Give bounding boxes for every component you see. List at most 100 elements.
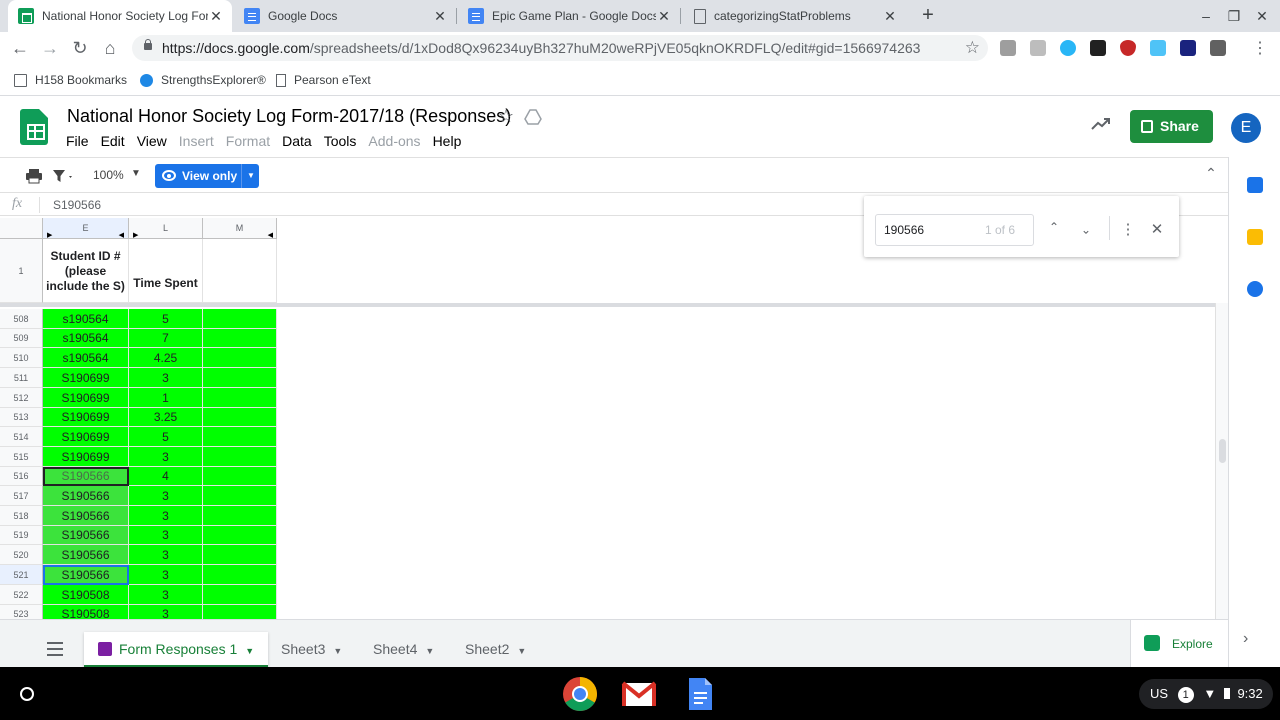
close-icon[interactable]: ✕ bbox=[432, 8, 448, 25]
time-spent-cell[interactable]: 3 bbox=[129, 565, 203, 585]
share-button[interactable]: Share bbox=[1130, 110, 1213, 143]
browser-tab-nhs-log-form[interactable]: National Honor Society Log Form ✕ bbox=[8, 0, 232, 32]
chevron-down-icon[interactable]: ▼ bbox=[245, 646, 254, 656]
reload-icon[interactable]: ↻ bbox=[70, 38, 90, 58]
time-spent-cell[interactable]: 3 bbox=[129, 447, 203, 467]
empty-cell[interactable] bbox=[203, 605, 277, 619]
star-icon[interactable]: ☆ bbox=[498, 106, 514, 127]
row-header[interactable]: 519 bbox=[0, 526, 43, 545]
chevron-right-icon[interactable]: › bbox=[1243, 630, 1248, 648]
browser-tab-categorizing-stat-problems[interactable]: categorizingStatProblems ✕ bbox=[684, 0, 906, 32]
row-header[interactable]: 511 bbox=[0, 368, 43, 388]
all-sheets-icon[interactable] bbox=[47, 642, 63, 656]
student-id-cell[interactable]: s190564 bbox=[43, 309, 129, 329]
print-icon[interactable] bbox=[25, 167, 43, 185]
empty-cell[interactable] bbox=[203, 565, 277, 585]
time-spent-cell[interactable]: 5 bbox=[129, 427, 203, 447]
chevron-down-icon[interactable]: ▼ bbox=[247, 164, 255, 188]
time-spent-cell[interactable]: 4 bbox=[129, 467, 203, 486]
menu-help[interactable]: Help bbox=[427, 133, 468, 153]
empty-cell[interactable] bbox=[203, 388, 277, 408]
row-header[interactable]: 522 bbox=[0, 585, 43, 605]
student-id-cell[interactable]: S190699 bbox=[43, 427, 129, 447]
student-id-cell[interactable]: S190566 bbox=[43, 467, 129, 486]
keep-icon[interactable] bbox=[1247, 229, 1263, 245]
formula-content[interactable]: S190566 bbox=[53, 198, 101, 212]
forward-icon[interactable]: → bbox=[40, 38, 60, 58]
menu-insert[interactable]: Insert bbox=[173, 133, 220, 153]
bookmark-strengths-explorer[interactable]: StrengthsExplorer® bbox=[140, 71, 266, 89]
student-id-cell[interactable]: s190564 bbox=[43, 348, 129, 368]
explore-button[interactable]: Explore bbox=[1130, 619, 1228, 667]
select-all-corner[interactable] bbox=[0, 218, 43, 239]
student-id-cell[interactable]: S190566 bbox=[43, 486, 129, 506]
time-spent-cell[interactable]: 3.25 bbox=[129, 408, 203, 427]
vertical-scrollbar[interactable] bbox=[1215, 303, 1228, 619]
empty-cell[interactable] bbox=[203, 545, 277, 565]
time-spent-cell[interactable]: 3 bbox=[129, 605, 203, 619]
extension-r-icon[interactable] bbox=[1210, 40, 1226, 56]
next-match-icon[interactable]: ⌃ bbox=[1078, 220, 1094, 236]
address-bar[interactable]: https://docs.google.com/spreadsheets/d/1… bbox=[132, 35, 988, 61]
collapse-menus-icon[interactable]: ⌃ bbox=[1202, 165, 1220, 183]
menu-add-ons[interactable]: Add-ons bbox=[362, 133, 426, 153]
student-id-cell[interactable]: s190564 bbox=[43, 329, 129, 348]
bookmark-pearson-etext[interactable]: Pearson eText bbox=[276, 71, 371, 89]
student-id-cell[interactable]: S190508 bbox=[43, 585, 129, 605]
row-header[interactable]: 515 bbox=[0, 447, 43, 467]
activity-trend-icon[interactable] bbox=[1090, 115, 1112, 133]
calendar-icon[interactable] bbox=[1247, 177, 1263, 193]
chrome-menu-icon[interactable]: ⋮ bbox=[1252, 38, 1268, 58]
bookmark-h158[interactable]: H158 Bookmarks bbox=[14, 71, 127, 89]
student-id-cell[interactable]: S190566 bbox=[43, 526, 129, 545]
student-id-cell[interactable]: S190566 bbox=[43, 506, 129, 526]
zoom-select[interactable]: 100% bbox=[93, 168, 124, 182]
student-id-cell[interactable]: S190566 bbox=[43, 545, 129, 565]
window-close-icon[interactable]: ✕ bbox=[1252, 6, 1272, 26]
student-id-cell[interactable]: S190699 bbox=[43, 388, 129, 408]
status-tray[interactable]: US 1 ▼ 9:32 bbox=[1139, 679, 1273, 709]
tasks-icon[interactable] bbox=[1247, 281, 1263, 297]
row-header[interactable]: 514 bbox=[0, 427, 43, 447]
menu-data[interactable]: Data bbox=[276, 133, 318, 153]
chevron-down-icon[interactable]: ▼ bbox=[131, 168, 141, 179]
extension-circle-icon[interactable] bbox=[1060, 40, 1076, 56]
row-header[interactable]: 510 bbox=[0, 348, 43, 368]
row-header[interactable]: 518 bbox=[0, 506, 43, 526]
docs-icon[interactable] bbox=[682, 676, 718, 712]
header-cell-student-id[interactable]: Student ID # (please include the S) bbox=[43, 239, 129, 303]
row-header[interactable]: 521 bbox=[0, 565, 43, 585]
close-icon[interactable]: ✕ bbox=[882, 8, 898, 25]
student-id-cell[interactable]: S190699 bbox=[43, 447, 129, 467]
row-header[interactable]: 523 bbox=[0, 605, 43, 619]
column-header-l[interactable]: ▶ L bbox=[129, 218, 203, 239]
menu-edit[interactable]: Edit bbox=[95, 133, 131, 153]
minimize-icon[interactable]: – bbox=[1196, 6, 1216, 26]
filter-icon[interactable] bbox=[52, 167, 74, 185]
chevron-down-icon[interactable]: ▼ bbox=[333, 646, 342, 656]
bookmark-star-icon[interactable]: ☆ bbox=[965, 35, 980, 61]
menu-tools[interactable]: Tools bbox=[318, 133, 363, 153]
time-spent-cell[interactable]: 3 bbox=[129, 526, 203, 545]
restore-icon[interactable]: ❐ bbox=[1224, 6, 1244, 26]
gmail-icon[interactable] bbox=[621, 676, 657, 712]
back-icon[interactable]: ← bbox=[10, 38, 30, 58]
row-header[interactable]: 516 bbox=[0, 467, 43, 486]
extension-icon[interactable] bbox=[1000, 40, 1016, 56]
menu-file[interactable]: File bbox=[60, 133, 95, 153]
drive-status-icon[interactable] bbox=[524, 109, 542, 125]
browser-tab-epic-game-plan[interactable]: Epic Game Plan - Google Docs ✕ bbox=[458, 0, 680, 32]
empty-cell[interactable] bbox=[203, 467, 277, 486]
student-id-cell[interactable]: S190566 bbox=[43, 565, 129, 585]
row-header[interactable]: 520 bbox=[0, 545, 43, 565]
row-header[interactable]: 1 bbox=[0, 239, 43, 303]
empty-cell[interactable] bbox=[203, 585, 277, 605]
home-icon[interactable]: ⌂ bbox=[100, 38, 120, 58]
time-spent-cell[interactable]: 4.25 bbox=[129, 348, 203, 368]
close-icon[interactable]: ✕ bbox=[208, 8, 224, 25]
menu-format[interactable]: Format bbox=[220, 133, 276, 153]
previous-match-icon[interactable]: ⌃ bbox=[1046, 220, 1062, 236]
student-id-cell[interactable]: S190699 bbox=[43, 368, 129, 388]
launcher-icon[interactable] bbox=[20, 687, 34, 701]
time-spent-cell[interactable]: 7 bbox=[129, 329, 203, 348]
